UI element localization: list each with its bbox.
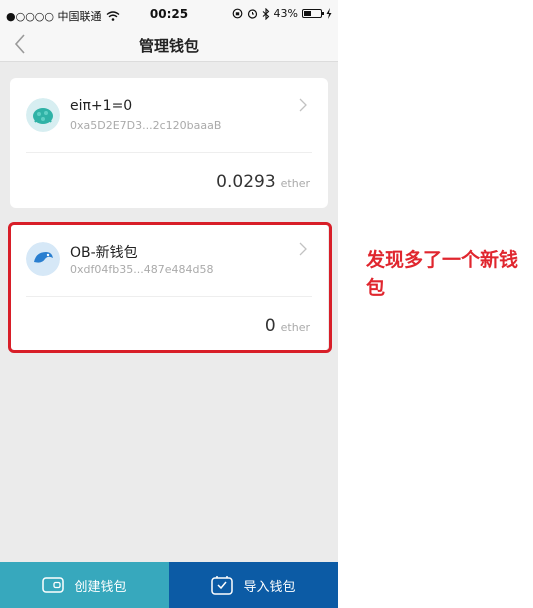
battery-fill bbox=[304, 11, 311, 16]
battery-icon bbox=[302, 9, 324, 18]
page-title: 管理钱包 bbox=[138, 37, 199, 55]
create-wallet-label: 创建钱包 bbox=[74, 579, 127, 595]
alarm-icon bbox=[247, 9, 257, 19]
nav-bar: 管理钱包 bbox=[0, 28, 338, 62]
import-icon bbox=[211, 576, 234, 595]
wallet-card[interactable]: eiπ+1=0 0xa5D2E7D3...2c120baaaB 0.0293 e… bbox=[10, 78, 328, 208]
wallet-balance: 0.0293 bbox=[216, 172, 276, 192]
balance-row: 0.0293 ether bbox=[216, 172, 310, 192]
balance-unit: ether bbox=[280, 177, 310, 190]
create-wallet-button[interactable]: 创建钱包 bbox=[0, 562, 169, 608]
highlight-box bbox=[8, 222, 332, 353]
card-divider bbox=[26, 152, 312, 153]
phone-screen: ●○○○○ 中国联通 00:25 43% 管理钱包 eiπ+1=0 0xa5D2… bbox=[0, 0, 338, 608]
annotation-text: 发现多了一个新钱包 bbox=[366, 249, 519, 299]
import-wallet-label: 导入钱包 bbox=[243, 579, 296, 595]
wallet-avatar-icon bbox=[26, 98, 60, 132]
status-bar: ●○○○○ 中国联通 00:25 43% bbox=[0, 0, 338, 28]
rotation-lock-icon bbox=[232, 8, 242, 19]
wallet-icon bbox=[42, 577, 65, 593]
battery-percent: 43% bbox=[273, 7, 298, 20]
bottom-action-bar: 创建钱包 导入钱包 bbox=[0, 562, 338, 608]
wallet-address: 0xa5D2E7D3...2c120baaaB bbox=[70, 119, 222, 132]
bluetooth-icon bbox=[262, 7, 269, 20]
import-wallet-button[interactable]: 导入钱包 bbox=[169, 562, 338, 608]
charging-icon bbox=[326, 8, 332, 19]
wallet-name: eiπ+1=0 bbox=[70, 98, 133, 114]
chevron-right-icon bbox=[299, 98, 307, 112]
status-right: 43% bbox=[232, 7, 332, 20]
